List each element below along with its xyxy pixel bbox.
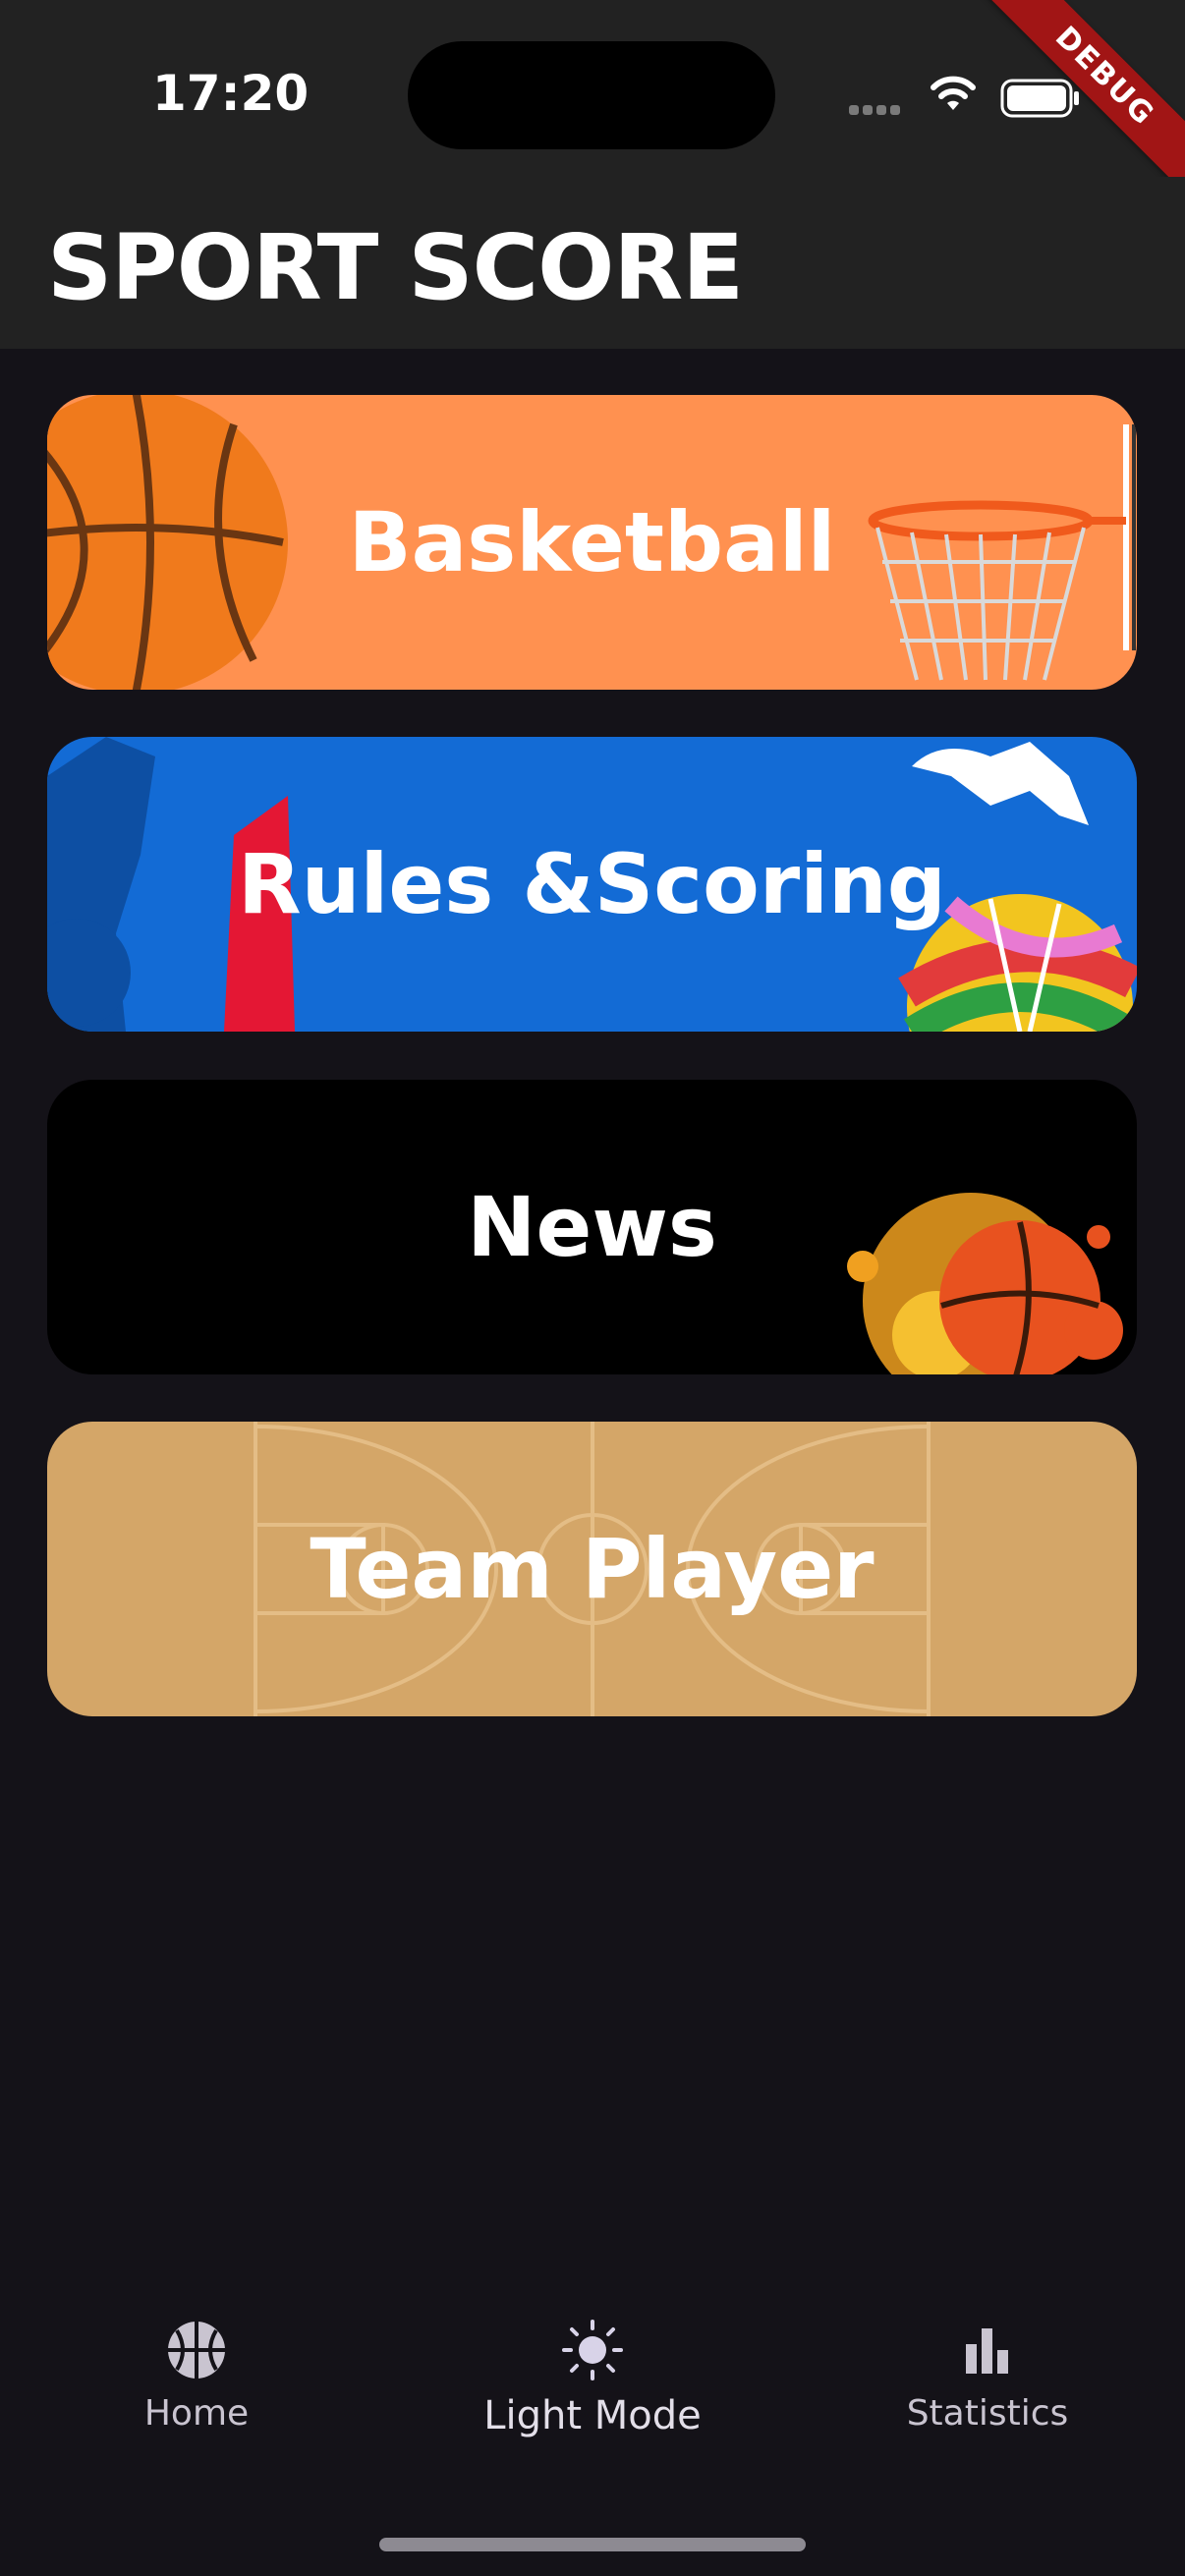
page-title: SPORT SCORE [47, 215, 744, 320]
bar-chart-icon [966, 2328, 1008, 2374]
card-news-label: News [467, 1179, 717, 1275]
dynamic-island [408, 41, 775, 149]
signal-dots-icon [849, 102, 904, 120]
status-time: 17:20 [152, 65, 310, 122]
card-rules-scoring-label: Rules &Scoring [238, 836, 946, 932]
card-news[interactable]: News [47, 1080, 1137, 1374]
nav-statistics[interactable]: Statistics [840, 2319, 1135, 2434]
basketball-icon [168, 2322, 225, 2379]
sun-icon [562, 2320, 623, 2380]
card-team-player-label: Team Player [310, 1521, 875, 1617]
bottom-navigation: Home Light Mode Statistics [0, 2289, 1185, 2495]
nav-home-label: Home [143, 2393, 250, 2434]
wifi-icon [931, 76, 976, 110]
nav-home[interactable]: Home [49, 2319, 344, 2434]
card-basketball-label: Basketball [348, 494, 836, 590]
card-team-player[interactable]: Team Player [47, 1422, 1137, 1716]
home-indicator[interactable] [379, 2538, 806, 2551]
status-bar: 17:20 [0, 0, 1185, 177]
card-basketball[interactable]: Basketball [47, 395, 1137, 690]
nav-light-mode-label: Light Mode [483, 2393, 702, 2438]
nav-light-mode[interactable]: Light Mode [445, 2319, 740, 2438]
battery-icon [1000, 79, 1079, 118]
nav-statistics-label: Statistics [906, 2393, 1069, 2434]
card-rules-scoring[interactable]: Rules &Scoring [47, 737, 1137, 1032]
